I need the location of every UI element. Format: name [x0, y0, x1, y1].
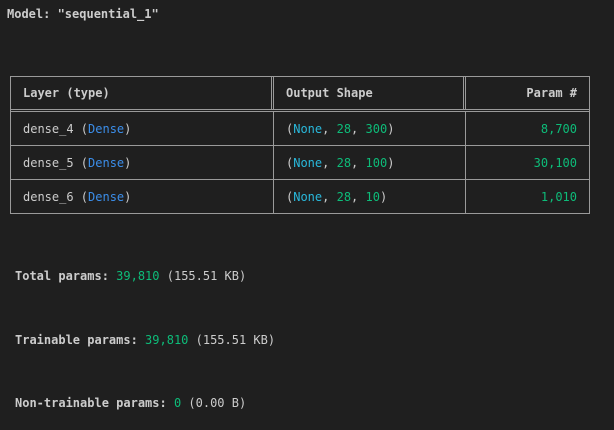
layer-cell: dense_5 (Dense): [11, 146, 274, 179]
layer-name: dense_4: [23, 121, 74, 136]
shape-dim2: 300: [365, 121, 388, 136]
shape-none: None: [293, 155, 323, 170]
layer-cell: dense_4 (Dense): [11, 112, 274, 145]
model-summary-table: Layer (type) Output Shape Param # dense_…: [10, 76, 590, 214]
table-row: dense_6 (Dense) (None, 28, 10) 1,010: [11, 180, 589, 213]
model-title-prefix: Model:: [7, 7, 58, 21]
model-title: Model: "sequential_1": [7, 7, 159, 21]
shape-dim1: 28: [336, 155, 352, 170]
layer-type: Dense: [88, 189, 125, 204]
non-trainable-params-label: Non-trainable params:: [15, 396, 174, 410]
table-row: dense_5 (Dense) (None, 28, 100) 30,100: [11, 146, 589, 180]
layer-name: dense_6: [23, 189, 74, 204]
header-layer-type: Layer (type): [11, 77, 274, 109]
output-shape-cell: (None, 28, 100): [274, 146, 466, 179]
non-trainable-params: Non-trainable params: 0 (0.00 B): [15, 396, 246, 410]
trainable-params-value: 39,810: [145, 333, 189, 347]
shape-dim1: 28: [336, 121, 352, 136]
trainable-params: Trainable params: 39,810 (155.51 KB): [15, 333, 275, 347]
layer-type: Dense: [88, 121, 125, 136]
table-header-row: Layer (type) Output Shape Param #: [11, 77, 589, 112]
header-param-count: Param #: [526, 86, 577, 100]
param-count: 1,010: [540, 189, 577, 204]
param-count: 8,700: [540, 121, 577, 136]
shape-dim2: 10: [365, 189, 380, 204]
trainable-params-label: Trainable params:: [15, 333, 146, 347]
output-shape-cell: (None, 28, 10): [274, 180, 466, 213]
layer-cell: dense_6 (Dense): [11, 180, 274, 213]
model-name: "sequential_1": [57, 7, 159, 21]
shape-dim2: 100: [365, 155, 388, 170]
shape-dim1: 28: [336, 189, 352, 204]
table-row: dense_4 (Dense) (None, 28, 300) 8,700: [11, 112, 589, 146]
total-params: Total params: 39,810 (155.51 KB): [15, 269, 246, 283]
total-params-value: 39,810: [116, 269, 160, 283]
shape-none: None: [293, 189, 323, 204]
layer-type: Dense: [88, 155, 125, 170]
output-shape-cell: (None, 28, 300): [274, 112, 466, 145]
trainable-params-size: (155.51 KB): [188, 333, 276, 347]
header-output-shape: Output Shape: [274, 77, 466, 109]
param-count: 30,100: [533, 155, 577, 170]
total-params-label: Total params:: [15, 269, 117, 283]
layer-name: dense_5: [23, 155, 74, 170]
non-trainable-params-size: (0.00 B): [181, 396, 247, 410]
shape-none: None: [293, 121, 323, 136]
total-params-size: (155.51 KB): [159, 269, 247, 283]
